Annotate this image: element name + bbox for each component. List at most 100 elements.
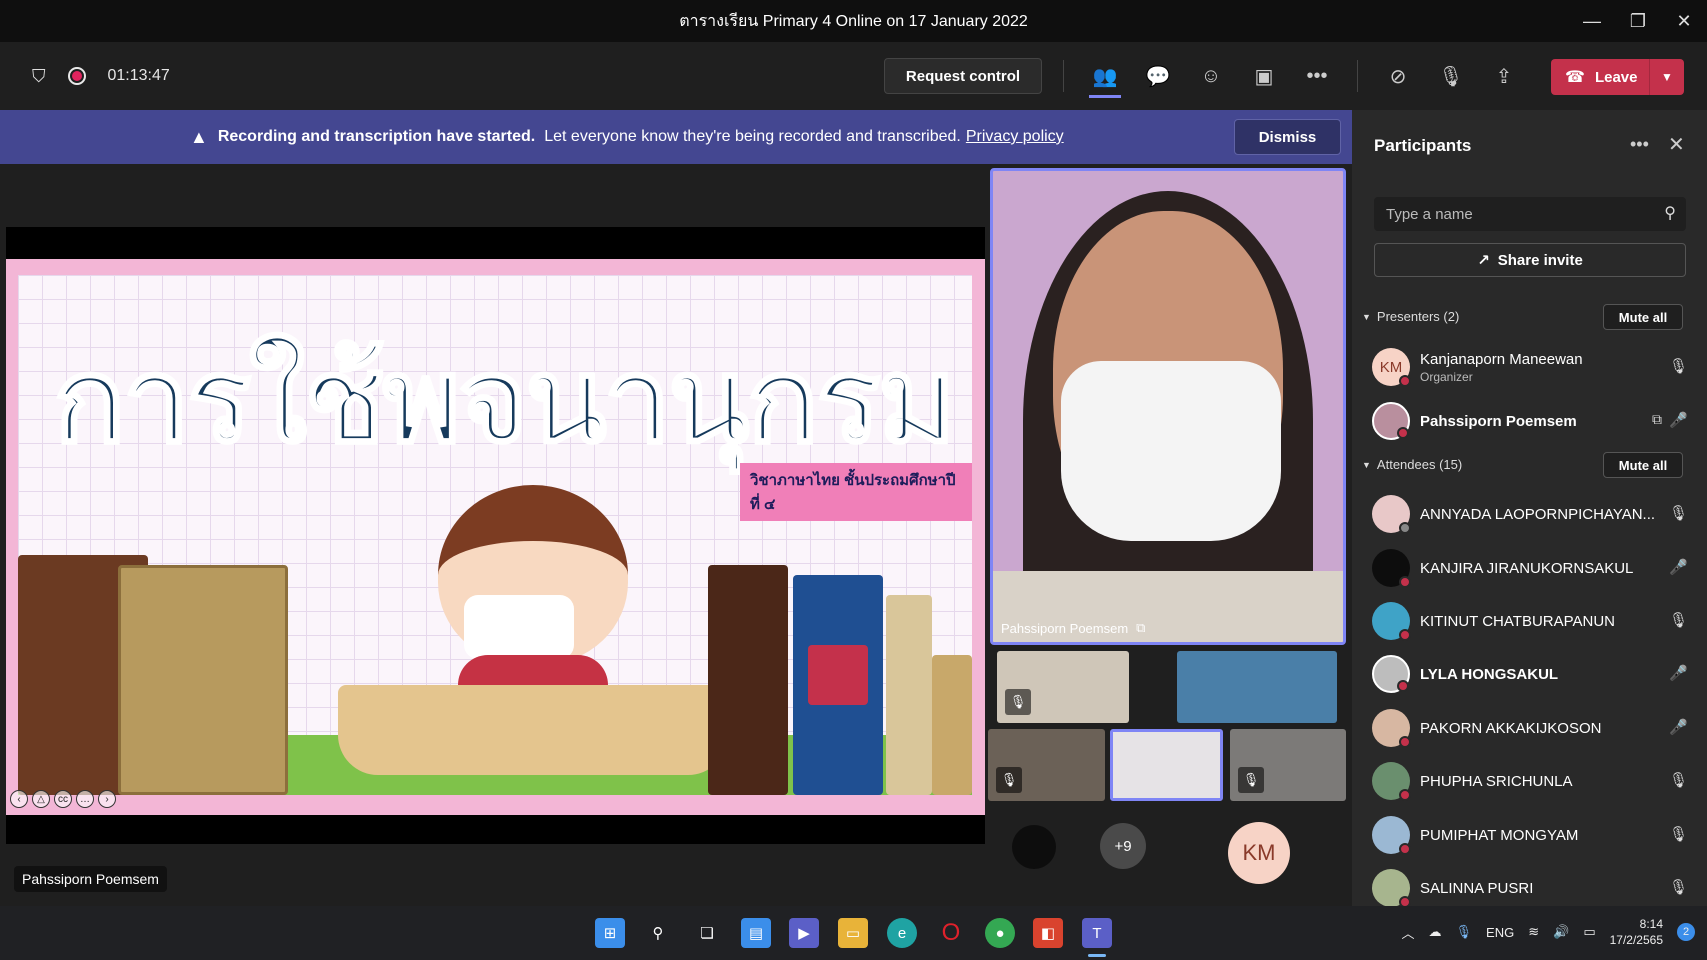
video-tile[interactable]: 🎙 (1230, 729, 1346, 801)
slide-navigation: ‹ △ cc … › (10, 790, 116, 808)
mute-all-attendees-button[interactable]: Mute all (1603, 452, 1683, 478)
office-icon[interactable]: ◧ (1033, 918, 1063, 948)
search-icon[interactable]: ⚲ (1664, 203, 1676, 223)
participants-title: Participants (1374, 136, 1472, 155)
participants-panel: Participants ••• ✕ ⚲ ↗ Share invite ▼ Pr… (1352, 110, 1707, 908)
presenters-section-header[interactable]: ▼ Presenters (2) (1362, 309, 1459, 324)
participant-name: PUMIPHAT MONGYAM (1420, 826, 1579, 844)
next-slide-icon[interactable]: › (98, 790, 116, 808)
chevron-down-icon[interactable]: ▼ (1650, 70, 1684, 84)
window-controls: — ❐ ✕ (1569, 0, 1707, 42)
active-app-indicator (1088, 954, 1106, 957)
leave-label: Leave (1594, 68, 1638, 86)
camera-off-icon[interactable]: ⊘ (1384, 62, 1412, 90)
minimize-button[interactable]: — (1569, 0, 1615, 42)
chrome-icon[interactable]: ● (985, 918, 1015, 948)
participant-row[interactable]: PAKORN AKKAKIJKOSON 🎤 (1372, 706, 1692, 750)
request-control-button[interactable]: Request control (884, 58, 1042, 94)
volume-icon[interactable]: 🔊 (1553, 924, 1569, 940)
reactions-icon[interactable]: ☺ (1197, 62, 1225, 90)
recording-icon (67, 67, 86, 85)
slide-more-icon[interactable]: … (76, 790, 94, 808)
attendees-section-header[interactable]: ▼ Attendees (15) (1362, 457, 1462, 472)
recording-banner: ▲ Recording and transcription have start… (0, 110, 1352, 164)
mute-all-presenters-button[interactable]: Mute all (1603, 304, 1683, 330)
more-actions-icon[interactable]: ••• (1303, 62, 1331, 90)
close-window-button[interactable]: ✕ (1661, 0, 1707, 42)
cloud-icon[interactable]: ☁ (1429, 924, 1442, 940)
spotlight-name-label: Pahssiporn Poemsem ⧉ (1001, 620, 1146, 636)
toolbar-divider (1063, 60, 1064, 92)
widgets-icon[interactable]: ▤ (741, 918, 771, 948)
banner-bold-text: Recording and transcription have started… (217, 128, 536, 145)
participant-row[interactable]: KITINUT CHATBURAPANUN 🎙 (1372, 599, 1692, 643)
captions-icon[interactable]: cc (54, 790, 72, 808)
mic-off-icon: 🎙 (1005, 689, 1031, 715)
video-tile[interactable] (1110, 729, 1223, 801)
task-view-icon[interactable]: ❏ (692, 918, 722, 948)
chat-icon[interactable]: 💬 (1144, 62, 1172, 90)
participant-avatar[interactable] (1012, 825, 1056, 869)
chevron-up-icon[interactable]: ︿ (1402, 923, 1415, 942)
mic-off-icon[interactable]: 🎙 (1437, 62, 1465, 90)
teams-icon[interactable]: T (1082, 918, 1112, 948)
participant-row[interactable]: KANJIRA JIRANUKORNSAKUL 🎤 (1372, 546, 1692, 590)
avatar (1372, 816, 1411, 855)
people-icon[interactable]: 👥 (1091, 62, 1119, 90)
open-book-illustration (338, 685, 728, 775)
mic-off-icon: 🎙 (1668, 772, 1688, 789)
video-tile[interactable]: 🎙 (988, 729, 1105, 801)
wifi-icon[interactable]: ≋ (1528, 924, 1539, 940)
microphone-icon[interactable]: 🎙 (1456, 924, 1473, 940)
participant-row[interactable]: PHUPHA SRICHUNLA 🎙 (1372, 759, 1692, 803)
start-icon[interactable]: ⊞ (595, 918, 625, 948)
participant-row[interactable]: KM Kanjanaporn Maneewan Organizer 🎙 (1372, 345, 1692, 389)
participant-row[interactable]: PUMIPHAT MONGYAM 🎙 (1372, 813, 1692, 857)
notification-badge[interactable]: 2 (1677, 923, 1695, 941)
initials-avatar[interactable]: KM (1228, 822, 1290, 884)
shield-icon[interactable]: ⛉ (32, 66, 46, 87)
edge-icon[interactable]: e (887, 918, 917, 948)
file-explorer-icon[interactable]: ▭ (838, 918, 868, 948)
video-tile[interactable] (1177, 651, 1337, 723)
participant-name: LYLA HONGSAKUL (1420, 665, 1559, 683)
overflow-count[interactable]: +9 (1100, 823, 1146, 869)
view-icon[interactable]: ▣ (1250, 62, 1278, 90)
privacy-policy-link[interactable]: Privacy policy (966, 128, 1064, 146)
battery-icon[interactable]: ▭ (1583, 924, 1595, 940)
close-icon[interactable]: ✕ (1668, 132, 1685, 157)
more-options-icon[interactable]: ••• (1630, 134, 1649, 155)
banner-message: Let everyone know they're being recorded… (544, 128, 961, 145)
clock[interactable]: 8:14 17/2/2565 (1610, 916, 1663, 948)
video-tile[interactable]: 🎙 (997, 651, 1129, 723)
participant-row[interactable]: Pahssiporn Poemsem ⧉ 🎤 (1372, 399, 1692, 443)
phone-hangup-icon: ☎ (1565, 69, 1585, 86)
mic-icon: 🎤 (1669, 559, 1688, 576)
avatar (1372, 709, 1411, 748)
previous-slide-icon[interactable]: ‹ (10, 790, 28, 808)
avatar (1372, 655, 1410, 693)
dismiss-button[interactable]: Dismiss (1234, 119, 1341, 155)
participant-row[interactable]: SALINNA PUSRI 🎙 (1372, 866, 1692, 910)
participant-row[interactable]: ANNYADA LAOPORNPICHAYAN... 🎙 (1372, 492, 1692, 536)
mic-off-icon: 🎙 (1668, 826, 1688, 843)
leave-button[interactable]: ☎ Leave ▼ (1551, 59, 1684, 95)
language-indicator[interactable]: ENG (1486, 925, 1514, 940)
chevron-down-icon: ▼ (1362, 311, 1371, 322)
book-illustration (708, 565, 788, 795)
share-screen-icon[interactable]: ⇪ (1490, 62, 1518, 90)
restore-button[interactable]: ❐ (1615, 0, 1661, 42)
participant-search-input[interactable] (1374, 197, 1644, 231)
chat-app-icon[interactable]: ▶ (789, 918, 819, 948)
share-invite-button[interactable]: ↗ Share invite (1374, 243, 1686, 277)
opera-icon[interactable]: O (936, 918, 966, 948)
toolbar-divider (1357, 60, 1358, 92)
participant-name: PHUPHA SRICHUNLA (1420, 772, 1573, 790)
participant-row[interactable]: LYLA HONGSAKUL 🎤 (1372, 652, 1692, 696)
mic-off-icon: 🎙 (1668, 505, 1688, 522)
avatar (1372, 602, 1411, 641)
pointer-icon[interactable]: △ (32, 790, 50, 808)
search-icon[interactable]: ⚲ (643, 918, 673, 948)
spotlight-video-tile[interactable]: Pahssiporn Poemsem ⧉ (990, 168, 1346, 645)
window-title: ตารางเรียน Primary 4 Online on 17 Januar… (679, 12, 1028, 30)
